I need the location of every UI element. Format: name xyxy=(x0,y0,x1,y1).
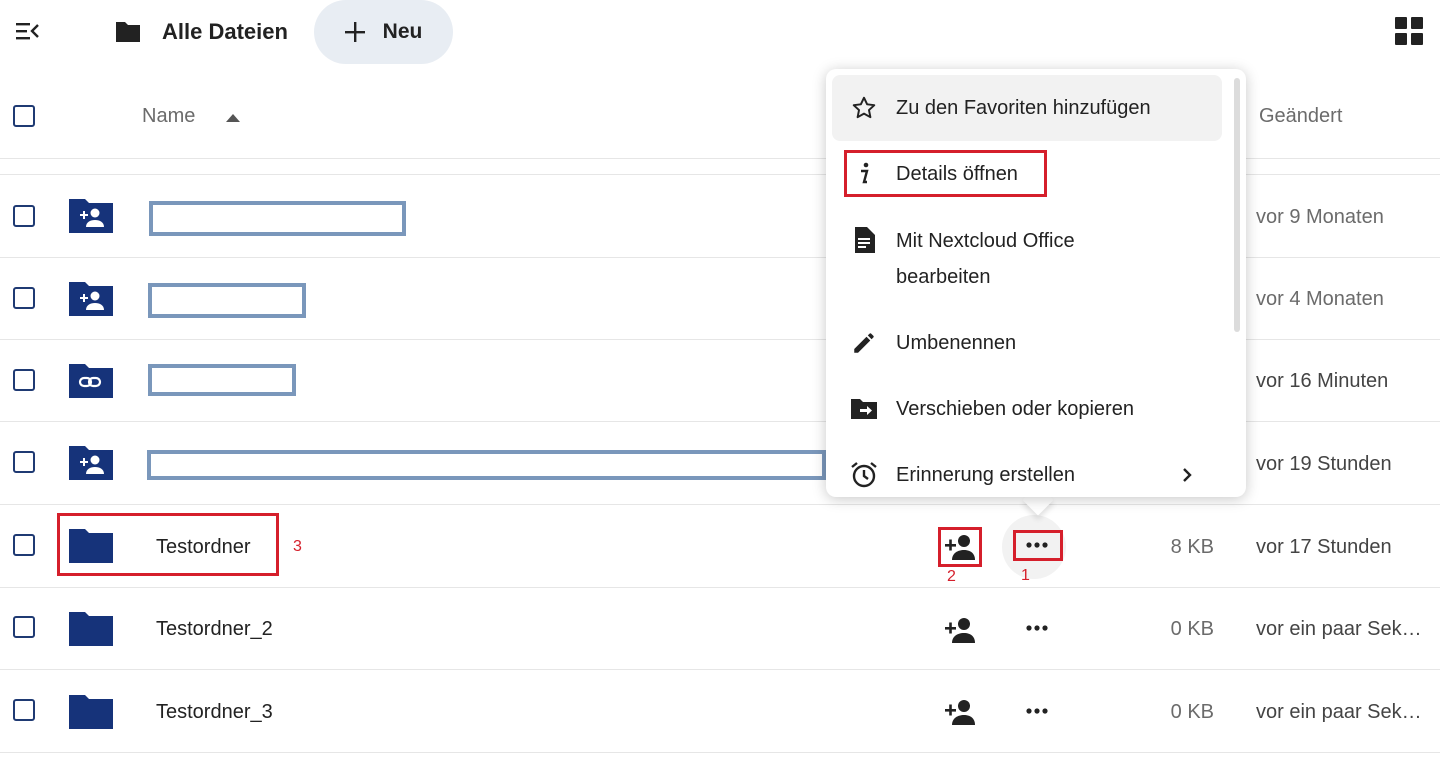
row-size: 0 KB xyxy=(1170,701,1214,723)
row-modified: vor 17 Stunden xyxy=(1256,536,1392,558)
annotation-marker-3: 3 xyxy=(293,538,302,555)
plus-icon xyxy=(344,22,365,42)
menu-item-move-copy[interactable]: Verschieben oder kopieren xyxy=(832,381,1222,437)
annotation-marker-1: 1 xyxy=(1021,567,1030,584)
highlight-name-box xyxy=(57,513,279,576)
share-icon[interactable] xyxy=(945,699,975,725)
redacted-file-name xyxy=(148,364,296,396)
column-modified-label: Geändert xyxy=(1259,105,1343,127)
link-folder-icon xyxy=(67,360,115,400)
navigation-toggle-icon[interactable] xyxy=(16,20,40,42)
row-checkbox[interactable] xyxy=(13,616,35,638)
row-modified: vor ein paar Sekunden xyxy=(1256,618,1426,640)
select-all-checkbox[interactable] xyxy=(13,105,35,127)
row-checkbox[interactable] xyxy=(13,369,35,391)
more-actions-icon[interactable] xyxy=(1026,625,1048,631)
new-button[interactable]: Neu xyxy=(314,0,453,64)
row-modified: vor 4 Monaten xyxy=(1256,288,1384,310)
menu-item-label: Verschieben oder kopieren xyxy=(896,398,1134,420)
menu-item-label: Zu den Favoriten hinzufügen xyxy=(896,97,1151,119)
redacted-file-name xyxy=(149,201,406,236)
grid-view-icon[interactable] xyxy=(1395,17,1423,45)
menu-item-label: Mit Nextcloud Office bearbeiten xyxy=(896,223,1075,295)
menu-scrollbar[interactable] xyxy=(1234,78,1240,332)
row-modified: vor 16 Minuten xyxy=(1256,370,1389,392)
file-actions-menu: Zu den Favoriten hinzufügen Details öffn… xyxy=(826,69,1246,497)
menu-item-reminder[interactable]: Erinnerung erstellen xyxy=(832,447,1222,503)
highlight-details-box xyxy=(844,150,1047,197)
pencil-icon xyxy=(832,330,896,356)
menu-item-label: Erinnerung erstellen xyxy=(896,464,1075,486)
breadcrumb[interactable]: Alle Dateien xyxy=(114,14,288,50)
folder-icon xyxy=(67,608,115,648)
row-checkbox[interactable] xyxy=(13,451,35,473)
row-modified: vor 19 Stunden xyxy=(1256,453,1392,475)
menu-item-label: Umbenennen xyxy=(896,332,1017,354)
row-checkbox[interactable] xyxy=(13,699,35,721)
row-modified: vor ein paar Sekunden xyxy=(1256,701,1426,723)
column-header-name[interactable]: Name xyxy=(142,105,195,128)
column-header-modified[interactable]: Geändert xyxy=(1259,105,1342,128)
table-row[interactable]: Testordner_3 0 KB vor ein paar Sekunden xyxy=(0,670,1440,752)
menu-item-edit-office[interactable]: Mit Nextcloud Office bearbeiten xyxy=(832,223,1222,295)
row-divider xyxy=(0,752,1440,753)
row-checkbox[interactable] xyxy=(13,205,35,227)
row-file-name[interactable]: Testordner_2 xyxy=(156,618,273,641)
row-size: 0 KB xyxy=(1170,618,1214,640)
alarm-clock-icon xyxy=(832,461,896,489)
row-checkbox[interactable] xyxy=(13,534,35,556)
menu-item-favorite[interactable]: Zu den Favoriten hinzufügen xyxy=(832,75,1222,141)
table-row[interactable]: Testordner_2 0 KB vor ein paar Sekunden xyxy=(0,588,1440,670)
redacted-file-name xyxy=(148,283,306,318)
menu-item-label-line1: Mit Nextcloud Office xyxy=(896,230,1075,252)
folder-icon xyxy=(67,691,115,731)
more-actions-icon[interactable] xyxy=(1026,542,1048,548)
redacted-file-name xyxy=(147,450,826,480)
sort-ascending-icon[interactable] xyxy=(224,112,242,124)
document-icon xyxy=(832,223,896,253)
row-file-name[interactable]: Testordner_3 xyxy=(156,701,273,724)
chevron-right-icon xyxy=(1182,467,1222,483)
star-icon xyxy=(832,95,896,121)
menu-item-label-line2: bearbeiten xyxy=(896,266,991,288)
folder-icon xyxy=(114,20,142,44)
shared-folder-icon xyxy=(67,195,115,235)
row-checkbox[interactable] xyxy=(13,287,35,309)
new-button-label: Neu xyxy=(382,20,423,43)
shared-folder-icon xyxy=(67,278,115,318)
breadcrumb-label: Alle Dateien xyxy=(162,19,288,44)
folder-move-icon xyxy=(832,397,896,421)
row-modified: vor 9 Monaten xyxy=(1256,206,1384,228)
table-row[interactable]: Testordner 3 2 1 8 KB vor 17 Stunden xyxy=(0,505,1440,587)
shared-folder-icon xyxy=(67,442,115,482)
share-icon[interactable] xyxy=(945,617,975,643)
row-size: 8 KB xyxy=(1170,536,1214,558)
menu-item-rename[interactable]: Umbenennen xyxy=(832,315,1222,371)
annotation-marker-2: 2 xyxy=(947,568,956,585)
more-actions-icon[interactable] xyxy=(1026,708,1048,714)
share-icon[interactable] xyxy=(945,534,975,560)
column-name-label: Name xyxy=(142,105,196,127)
